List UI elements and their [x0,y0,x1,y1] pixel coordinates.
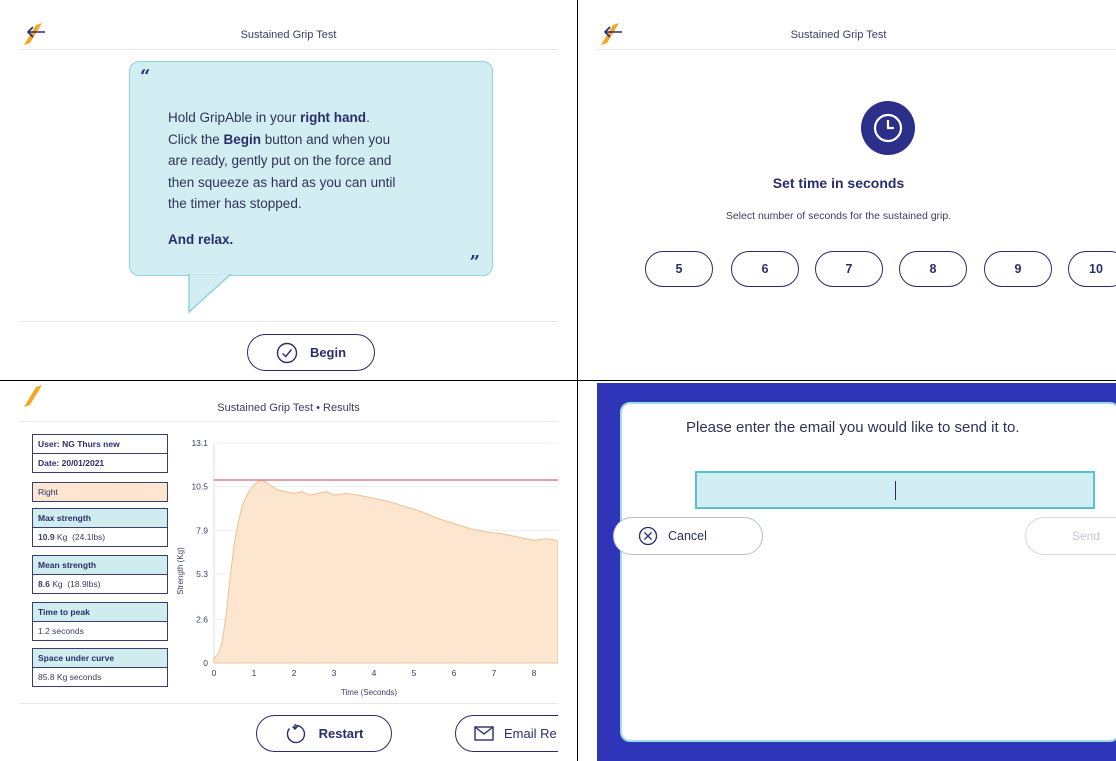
x-tick-label: 3 [332,668,337,678]
max-strength-value: 10.9 Kg (24.1lbs) [33,528,167,546]
restart-icon [286,723,305,743]
y-tick-label: 10.5 [191,482,208,492]
begin-label: Begin [309,345,347,360]
space-under-curve-value: 85.8 Kg seconds [38,672,102,682]
user-info-box: User: NG Thurs new Date: 20/01/2021 [32,434,168,473]
cancel-button[interactable]: Cancel [613,517,763,555]
email-report-label: Email Re [504,726,557,741]
screen-title: Sustained Grip Test [790,29,887,41]
mean-strength-label: Mean strength [33,556,167,575]
y-tick-label: 0 [203,658,208,668]
max-strength-box: Max strength 10.9 Kg (24.1lbs) [32,508,168,547]
hand-box: Right [32,482,168,502]
x-tick-label: 4 [372,668,377,678]
x-axis-ticks: 0 1 2 3 4 5 6 7 8 [212,668,537,678]
restart-button[interactable]: Restart [256,715,392,752]
instr-bold-hand: right hand [300,110,367,125]
x-tick-label: 2 [292,668,297,678]
y-tick-label: 13.1 [191,438,208,448]
text-caret [895,481,896,500]
check-circle-icon [276,342,298,363]
seconds-option-9[interactable]: 9 [984,251,1052,287]
seconds-option-8[interactable]: 8 [899,251,967,287]
email-modal-screen: Please enter the email you would like to… [597,383,1116,761]
close-circle-icon [638,526,658,546]
instr-text: . [366,110,370,125]
x-tick-label: 7 [492,668,497,678]
set-time-subtitle: Select number of seconds for the sustain… [725,210,952,222]
x-tick-label: 8 [532,668,537,678]
x-axis-label: Time (Seconds) [341,688,398,697]
footer-divider [19,321,558,322]
clock-icon [861,101,915,155]
y-axis-label: Strength (Kg) [176,547,185,595]
x-tick-label: 0 [212,668,217,678]
bubble-tail [188,274,233,314]
seconds-option-6[interactable]: 6 [731,251,799,287]
email-prompt: Please enter the email you would like to… [686,419,1020,436]
x-tick-label: 1 [252,668,257,678]
y-tick-label: 2.6 [196,614,208,624]
instr-text: are ready, gently put on the force and [168,153,392,168]
send-button[interactable]: Send [1025,517,1116,555]
mean-value: 8.6 [38,579,50,589]
x-tick-label: 6 [452,668,457,678]
mean-strength-box: Mean strength 8.6 Kg (18.9lbs) [32,555,168,594]
seconds-option-7[interactable]: 7 [815,251,883,287]
header-divider [597,49,1116,50]
screen-title: Sustained Grip Test [240,29,337,41]
cancel-label: Cancel [668,529,707,543]
time-to-peak-box: Time to peak 1.2 seconds [32,602,168,641]
relax-text: And relax. [168,232,234,247]
space-under-curve-label: Space under curve [33,649,167,668]
instr-text: Click the [168,131,224,147]
mean-lbs: (18.9lbs) [67,579,101,589]
email-modal: Please enter the email you would like to… [620,402,1116,742]
header-divider [19,421,558,422]
y-tick-label: 7.9 [196,525,208,535]
space-under-curve-box: Space under curve 85.8 Kg seconds [32,648,168,687]
set-time-heading: Set time in seconds [772,175,905,191]
instr-bold-begin: Begin [223,131,262,147]
restart-label: Restart [318,726,364,741]
footer-divider [19,703,558,704]
strength-chart: 0 2.6 5.3 7.9 10.5 13.1 0 1 2 3 4 5 6 7 8 Strength (K… [176,438,558,697]
strength-area [213,479,558,664]
email-report-button[interactable]: Email Re [455,715,558,752]
screen-title: Sustained Grip Test • Results [217,402,360,414]
instr-text: the timer has stopped. [168,196,302,211]
grid-divider-horizontal [0,380,1116,381]
max-unit: Kg [56,532,68,542]
instr-text: button and when you [261,131,391,147]
seconds-option-10[interactable]: 10 [1068,251,1116,287]
open-quote-icon: “ [140,66,151,87]
max-lbs: (24.1lbs) [72,532,106,542]
mean-unit: Kg [52,579,63,589]
send-label: Send [1072,529,1101,543]
hand-value: Right [38,487,58,497]
seconds-option-5[interactable]: 5 [645,251,713,287]
time-to-peak-label: Time to peak [33,603,167,622]
instructions-text: Hold GripAble in your right hand. Click … [168,107,428,215]
instr-text: Hold GripAble in your [168,110,301,125]
set-time-screen: Sustained Grip Test Set time in seconds … [597,19,1116,377]
envelope-icon [474,726,494,741]
instructions-screen: Sustained Grip Test “ Hold GripAble in y… [19,19,558,377]
x-tick-label: 5 [412,668,417,678]
email-input[interactable] [695,471,1095,509]
instr-text: then squeeze as hard as you can until [168,174,396,190]
instructions-bubble: “ Hold GripAble in your right hand. Clic… [129,61,493,276]
begin-button[interactable]: Begin [247,334,375,371]
test-date: Date: 20/01/2021 [38,458,105,468]
results-screen: Sustained Grip Test • Results User: NG T… [19,383,558,761]
user-name: User: NG Thurs new [33,435,167,454]
mean-strength-value: 8.6 Kg (18.9lbs) [33,575,167,593]
time-to-peak-value: 1.2 seconds [38,626,84,636]
header-divider [19,49,558,50]
max-value: 10.9 [38,532,55,542]
y-axis-ticks: 0 2.6 5.3 7.9 10.5 13.1 [191,438,208,668]
y-tick-label: 5.3 [196,569,208,579]
close-quote-icon: ” [469,252,480,273]
max-strength-label: Max strength [33,509,167,528]
